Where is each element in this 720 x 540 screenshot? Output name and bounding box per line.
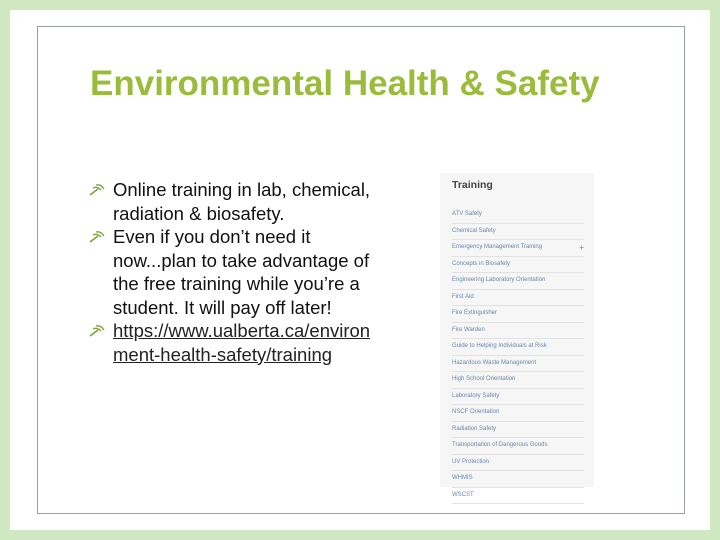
training-list: ATV Safety Chemical Safety Emergency Man… <box>452 207 584 504</box>
wifi-arrow-bullet-icon <box>89 184 105 196</box>
training-item: Emergency Management Training + <box>452 240 584 257</box>
expand-plus-icon: + <box>579 243 584 252</box>
training-item: First Aid <box>452 290 584 306</box>
bullet-text: Online training in lab, chemical, radiat… <box>113 179 371 224</box>
training-item: High School Orientation <box>452 372 584 389</box>
bullet-item: Even if you don’t need it now...plan to … <box>88 225 383 319</box>
slide-title: Environmental Health & Safety <box>90 64 600 103</box>
training-menu-screenshot: Training ATV Safety Chemical Safety Emer… <box>440 173 594 504</box>
wifi-arrow-bullet-icon <box>89 325 105 337</box>
bullet-list: Online training in lab, chemical, radiat… <box>88 178 383 366</box>
training-link[interactable]: https://www.ualberta.ca/environment-heal… <box>113 319 383 366</box>
training-item: WHMIS <box>452 471 584 488</box>
training-item: Laboratory Safety <box>452 389 584 405</box>
bullet-text: Even if you don’t need it now...plan to … <box>113 226 370 318</box>
training-item: Engineering Laboratory Orientation <box>452 273 584 290</box>
training-item: Radiation Safety <box>452 422 584 438</box>
training-item: WSCST <box>452 488 584 504</box>
training-item: Fire Extinguisher <box>452 306 584 323</box>
training-item: Chemical Safety <box>452 224 584 240</box>
training-item: UV Protection <box>452 455 584 471</box>
training-panel-title: Training <box>452 179 493 191</box>
training-item: Hazardous Waste Management <box>452 356 584 372</box>
training-item: Guide to Helping Individuals at Risk <box>452 339 584 356</box>
training-item: Concepts in Biosafety <box>452 257 584 273</box>
bullet-item: Online training in lab, chemical, radiat… <box>88 178 383 225</box>
training-item: ATV Safety <box>452 207 584 224</box>
training-item: Transportation of Dangerous Goods <box>452 438 584 455</box>
training-item: NSCF Orientation <box>452 405 584 422</box>
bullet-item: https://www.ualberta.ca/environment-heal… <box>88 319 383 366</box>
wifi-arrow-bullet-icon <box>89 231 105 243</box>
training-item: Fire Warden <box>452 323 584 339</box>
